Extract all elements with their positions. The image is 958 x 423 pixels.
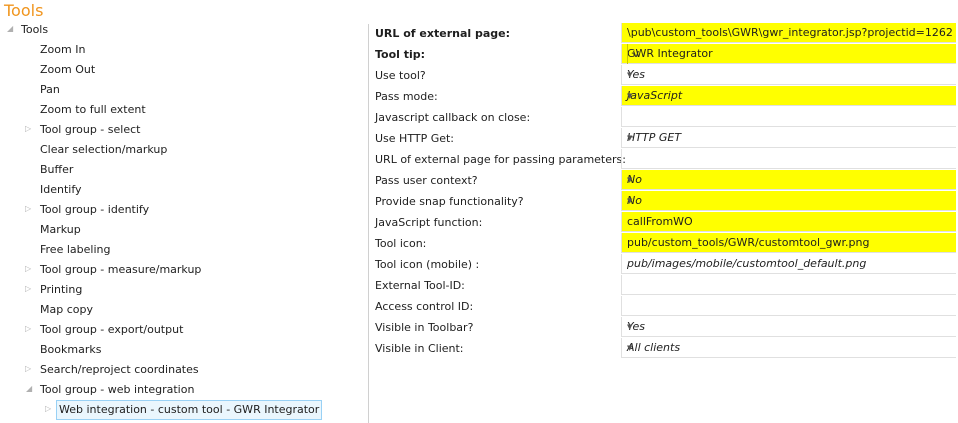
property-row: URL of external page: \pub\custom_tools\…: [369, 23, 958, 44]
property-row: Tool icon: pub/custom_tools/GWR/customto…: [369, 233, 958, 254]
property-input[interactable]: GWR Integrator v: [621, 44, 956, 64]
chevron-down-icon[interactable]: ▼: [627, 317, 952, 337]
property-row: Tool tip: GWR Integrator v: [369, 44, 958, 65]
tree-item[interactable]: Printing: [40, 280, 82, 300]
property-row: Visible in Client: All clients ▼: [369, 338, 958, 359]
property-dropdown[interactable]: No ▼: [621, 191, 956, 211]
tree-item[interactable]: Zoom In: [40, 40, 85, 60]
collapsed-arrow-icon[interactable]: ▷: [25, 324, 31, 333]
tree-root[interactable]: Tools: [21, 20, 48, 40]
expanded-arrow-icon[interactable]: ◢: [26, 384, 32, 393]
expanded-arrow-icon[interactable]: ◢: [7, 24, 13, 33]
collapsed-arrow-icon[interactable]: ▷: [25, 264, 31, 273]
chevron-down-icon[interactable]: ▼: [627, 128, 952, 148]
tree-item[interactable]: Zoom Out: [40, 60, 95, 80]
property-label: Tool icon:: [375, 237, 427, 250]
tree-item[interactable]: Free labeling: [40, 240, 110, 260]
property-dropdown[interactable]: Yes ▼: [621, 65, 956, 85]
property-row: JavaScript function: callFromWO: [369, 212, 958, 233]
property-value: \pub\custom_tools\GWR\gwr_integrator.jsp…: [627, 26, 953, 39]
tree-item[interactable]: Map copy: [40, 300, 93, 320]
tree-item[interactable]: Tool group - web integration: [40, 380, 194, 400]
property-row: Pass mode: JavaScript ▼: [369, 86, 958, 107]
tree-item[interactable]: Pan: [40, 80, 60, 100]
property-input[interactable]: \pub\custom_tools\GWR\gwr_integrator.jsp…: [621, 23, 956, 43]
chevron-down-icon[interactable]: ▼: [627, 65, 952, 85]
property-row: Access control ID:: [369, 296, 958, 317]
property-label: JavaScript function:: [375, 216, 483, 229]
collapsed-arrow-icon[interactable]: ▷: [45, 404, 51, 413]
property-label: Visible in Toolbar?: [375, 321, 474, 334]
property-label: Tool tip:: [375, 48, 426, 61]
property-label: Javascript callback on close:: [375, 111, 531, 124]
property-input[interactable]: [621, 107, 956, 127]
property-input[interactable]: [621, 149, 956, 169]
property-input[interactable]: [621, 296, 956, 316]
property-dropdown[interactable]: All clients ▼: [621, 338, 956, 358]
property-value: pub/custom_tools/GWR/customtool_gwr.png: [627, 236, 870, 249]
tree-item[interactable]: Zoom to full extent: [40, 100, 146, 120]
collapsed-arrow-icon[interactable]: ▷: [25, 284, 31, 293]
property-label: Provide snap functionality?: [375, 195, 524, 208]
property-label: Pass user context?: [375, 174, 478, 187]
property-dropdown[interactable]: Yes ▼: [621, 317, 956, 337]
property-label: URL of external page:: [375, 27, 510, 40]
tree-item[interactable]: Clear selection/markup: [40, 140, 167, 160]
value-button[interactable]: v: [627, 44, 644, 64]
chevron-down-icon[interactable]: ▼: [627, 191, 952, 211]
property-row: Use tool? Yes ▼: [369, 65, 958, 86]
property-input[interactable]: pub/custom_tools/GWR/customtool_gwr.png: [621, 233, 956, 253]
property-dropdown[interactable]: No ▼: [621, 170, 956, 190]
tree-item-selected[interactable]: Web integration - custom tool - GWR Inte…: [56, 400, 323, 420]
tree-item[interactable]: Buffer: [40, 160, 73, 180]
properties-panel: URL of external page: \pub\custom_tools\…: [369, 23, 958, 359]
property-row: URL of external page for passing paramet…: [369, 149, 958, 170]
property-value: pub/images/mobile/customtool_default.png: [627, 257, 867, 270]
chevron-down-icon[interactable]: ▼: [627, 170, 952, 190]
property-input[interactable]: callFromWO: [621, 212, 956, 232]
property-label: Access control ID:: [375, 300, 474, 313]
property-row: Javascript callback on close:: [369, 107, 958, 128]
property-input[interactable]: pub/images/mobile/customtool_default.png: [621, 254, 956, 274]
tree-item[interactable]: Bookmarks: [40, 340, 101, 360]
property-label: External Tool-ID:: [375, 279, 465, 292]
tree-item[interactable]: Tool group - export/output: [40, 320, 183, 340]
property-label: Visible in Client:: [375, 342, 464, 355]
collapsed-arrow-icon[interactable]: ▷: [25, 204, 31, 213]
tree-item[interactable]: Tool group - identify: [40, 200, 149, 220]
chevron-down-icon[interactable]: ▼: [627, 338, 952, 358]
tree-item[interactable]: Search/reproject coordinates: [40, 360, 199, 380]
property-row: External Tool-ID:: [369, 275, 958, 296]
collapsed-arrow-icon[interactable]: ▷: [25, 124, 31, 133]
property-label: Use HTTP Get:: [375, 132, 455, 145]
property-label: Tool icon (mobile) :: [375, 258, 480, 271]
property-row: Pass user context? No ▼: [369, 170, 958, 191]
property-dropdown[interactable]: JavaScript ▼: [621, 86, 956, 106]
page-title: Tools: [4, 1, 44, 20]
property-row: Visible in Toolbar? Yes ▼: [369, 317, 958, 338]
collapsed-arrow-icon[interactable]: ▷: [25, 364, 31, 373]
tree-item[interactable]: Tool group - measure/markup: [40, 260, 201, 280]
property-label: Pass mode:: [375, 90, 438, 103]
property-label: Use tool?: [375, 69, 426, 82]
property-label: URL of external page for passing paramet…: [375, 153, 626, 166]
property-input[interactable]: [621, 275, 956, 295]
property-value: callFromWO: [627, 215, 693, 228]
property-row: Provide snap functionality? No ▼: [369, 191, 958, 212]
property-dropdown[interactable]: HTTP GET ▼: [621, 128, 956, 148]
property-row: Use HTTP Get: HTTP GET ▼: [369, 128, 958, 149]
tree-item[interactable]: Identify: [40, 180, 82, 200]
property-row: Tool icon (mobile) : pub/images/mobile/c…: [369, 254, 958, 275]
tree-item[interactable]: Tool group - select: [40, 120, 140, 140]
chevron-down-icon[interactable]: ▼: [627, 86, 952, 106]
tree-item[interactable]: Markup: [40, 220, 81, 240]
